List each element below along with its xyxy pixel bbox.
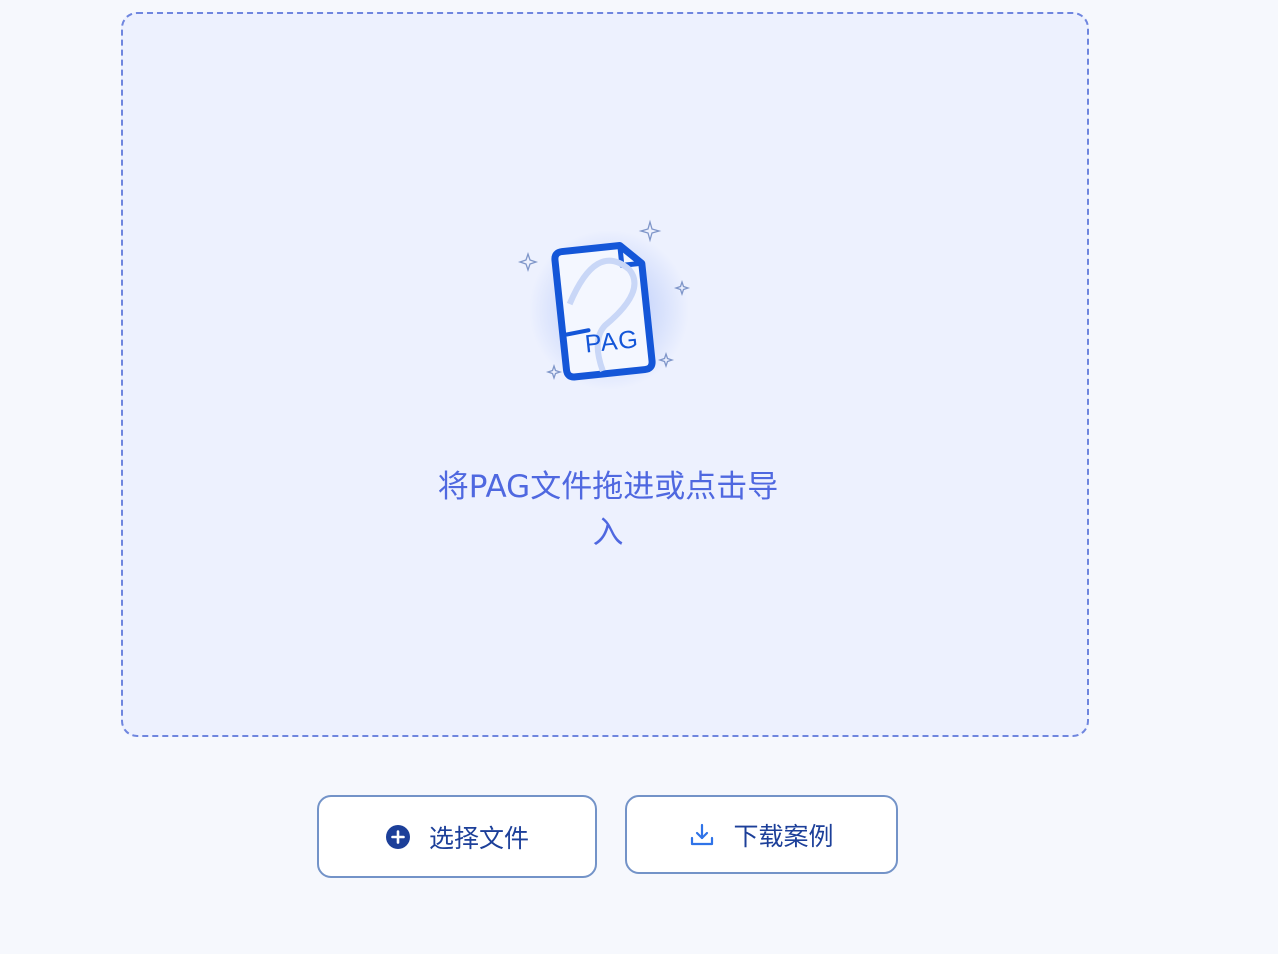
drop-hint-line-2: 入 (592, 515, 624, 551)
drop-hint-text[interactable]: 将PAG文件拖进或点击导 入 (423, 464, 793, 556)
pag-file-icon: PAG (517, 219, 691, 390)
select-file-button[interactable]: 选择文件 (317, 795, 597, 878)
download-icon (689, 822, 715, 848)
file-illustration-label: PAG (584, 325, 641, 358)
select-file-label: 选择文件 (428, 823, 529, 853)
drop-hint-line-1: 将PAG文件拖进或点击导 (437, 469, 779, 505)
plus-circle-icon (385, 824, 411, 850)
download-example-button[interactable]: 下载案例 (625, 795, 898, 874)
download-example-label: 下载案例 (733, 821, 834, 851)
page: PAG 将PAG文件拖进或点击导 入 选择文件 下载案例 (0, 0, 1278, 954)
